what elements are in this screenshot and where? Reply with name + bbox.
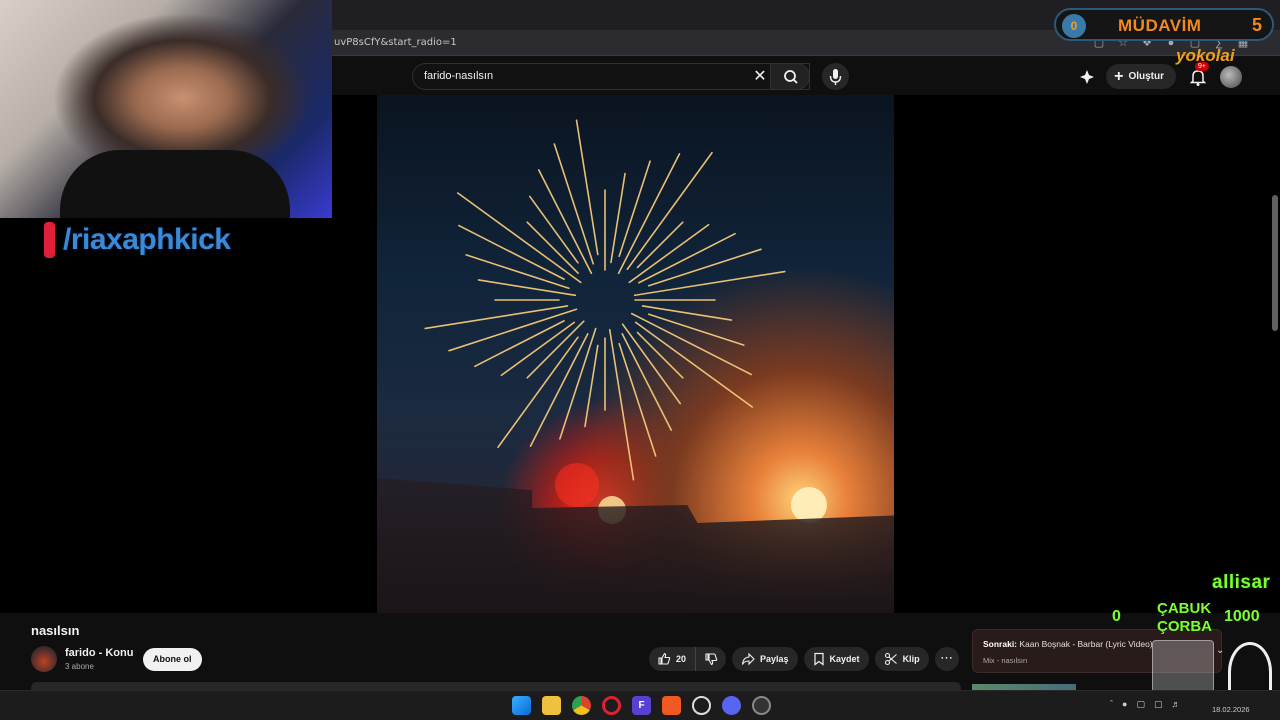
thumbs-down-icon: [705, 653, 718, 666]
header-actions: + Oluştur 9+: [1078, 61, 1242, 90]
search-box[interactable]: ✕: [412, 63, 810, 90]
chevron-up-icon[interactable]: ˆ: [1110, 699, 1113, 710]
allisar-label: allisar: [1212, 572, 1271, 593]
firework-ray: [456, 192, 582, 284]
more-dots-icon: ⋯: [940, 650, 954, 665]
video-frame-fireworks[interactable]: [377, 95, 894, 613]
up-next-title-line: Sonraki: Kaan Boşnak - Barbar (Lyric Vid…: [983, 639, 1153, 649]
yokolai-label: yokolai: [1176, 46, 1235, 65]
voice-search-button[interactable]: [822, 63, 849, 90]
firework-ray: [575, 119, 599, 256]
thumbs-up-icon: [658, 652, 671, 665]
plus-icon: +: [1114, 67, 1124, 85]
mudavim-label: MÜDAVİM: [1118, 16, 1202, 35]
up-next-prefix: Sonraki:: [983, 639, 1018, 649]
microphone-icon: [829, 69, 842, 85]
chrome-icon[interactable]: [572, 696, 591, 715]
windows-taskbar: F ˆ ● ▢ ▢ ♬ 18.02.2026: [0, 690, 1280, 720]
share-icon: [741, 652, 755, 666]
display-icon[interactable]: ▢: [1154, 699, 1163, 710]
video-title: nasılsın: [31, 623, 80, 638]
page-scrollbar[interactable]: [1272, 195, 1278, 331]
firework-ray: [528, 195, 579, 264]
up-next-subtitle: Mix - nasılsın: [983, 656, 1028, 665]
system-tray: ˆ ● ▢ ▢ ♬: [1110, 699, 1180, 710]
microphone-tray-icon[interactable]: ●: [1122, 699, 1127, 710]
bookmark-icon: [813, 652, 824, 666]
kick-handle: /riaxaphkick: [63, 223, 231, 256]
video-actions: 20 Paylaş Kaydet Klip ⋯: [649, 647, 959, 671]
search-icon: [784, 70, 798, 84]
app-icon[interactable]: F: [632, 696, 651, 715]
save-button[interactable]: Kaydet: [803, 647, 869, 671]
mudavim-coin: 0: [1062, 14, 1086, 38]
firework-ray: [465, 254, 570, 290]
obs-icon[interactable]: [752, 696, 771, 715]
description-box[interactable]: [31, 682, 961, 690]
firework-ray: [641, 305, 733, 321]
webcam-shirt: [60, 150, 290, 218]
subscribe-button[interactable]: Abone ol: [143, 648, 202, 671]
clip-label: Klip: [902, 654, 920, 664]
firework-ray: [477, 279, 577, 297]
volume-icon[interactable]: ♬: [1171, 699, 1180, 710]
brave-icon[interactable]: [662, 696, 681, 715]
search-input[interactable]: [424, 70, 744, 82]
create-label: Oluştur: [1128, 71, 1164, 82]
channel-avatar[interactable]: [31, 646, 57, 672]
create-button[interactable]: + Oluştur: [1106, 64, 1176, 89]
subscriber-count: 3 abone: [65, 662, 94, 671]
windows-start-icon[interactable]: [512, 696, 531, 715]
overlay-thousand: 1000: [1224, 608, 1260, 625]
clear-search-icon[interactable]: ✕: [751, 68, 769, 86]
firework-ray: [424, 305, 569, 330]
mudavim-count: 5: [1251, 15, 1262, 35]
chatgpt-icon[interactable]: [692, 696, 711, 715]
scissors-icon: [884, 652, 897, 666]
share-button[interactable]: Paylaş: [732, 647, 798, 671]
taskbar-date[interactable]: 18.02.2026: [1212, 705, 1250, 714]
clip-button[interactable]: Klip: [874, 647, 929, 671]
notifications-button[interactable]: 9+: [1186, 61, 1210, 89]
firework-ray: [553, 143, 595, 265]
more-actions-button[interactable]: ⋯: [934, 647, 959, 671]
share-label: Paylaş: [760, 654, 789, 664]
channel-name[interactable]: farido - Konu: [65, 647, 133, 659]
like-dislike-group: 20: [649, 647, 727, 671]
kick-handle-badge: /riaxaphkick: [44, 222, 231, 258]
network-icon[interactable]: ▢: [1136, 699, 1145, 710]
like-count: 20: [676, 654, 687, 664]
firework-ray: [610, 172, 626, 264]
discord-icon[interactable]: [722, 696, 741, 715]
file-explorer-icon[interactable]: [542, 696, 561, 715]
kick-logo-icon: [44, 222, 55, 258]
search-button[interactable]: [770, 63, 810, 90]
overlay-zero: 0: [1112, 608, 1121, 625]
dislike-button[interactable]: [696, 647, 726, 671]
create-sparkle-icon[interactable]: [1078, 68, 1096, 86]
opera-icon[interactable]: [602, 696, 621, 715]
firework-ray: [526, 221, 579, 274]
firework-ray: [458, 224, 565, 280]
firework-ray: [559, 327, 597, 440]
taskbar-icons: F: [512, 696, 771, 715]
save-label: Kaydet: [829, 654, 860, 664]
chevron-down-icon[interactable]: ⌄: [1216, 645, 1224, 656]
like-button[interactable]: 20: [649, 647, 697, 671]
url-text[interactable]: uvP8sCfY&start_radio=1: [334, 37, 457, 48]
streamer-webcam: [0, 0, 332, 218]
firework-ray: [448, 308, 578, 352]
firework-ray: [647, 248, 762, 287]
firework-ray: [618, 342, 657, 457]
mudavim-widget: 0 MÜDAVİM 5: [1054, 8, 1274, 41]
profile-avatar[interactable]: [1220, 65, 1242, 88]
up-next-title: Kaan Boşnak - Barbar (Lyric Video): [1019, 639, 1153, 649]
cabuk-corba-label: ÇABUK ÇORBA: [1157, 600, 1212, 635]
